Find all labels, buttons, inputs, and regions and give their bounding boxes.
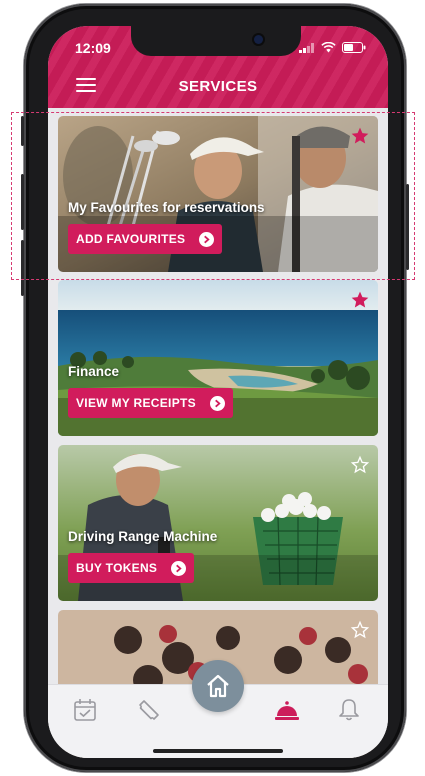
card-label: Driving Range Machine xyxy=(68,529,218,544)
chevron-right-icon xyxy=(199,231,215,247)
service-card-finance[interactable]: Finance VIEW MY RECEIPTS xyxy=(58,280,378,436)
mute-switch xyxy=(21,116,24,146)
screen: 12:09 SERVICES My Favourites for reserva… xyxy=(48,26,388,758)
notification-bell-icon[interactable] xyxy=(336,697,362,723)
add-favourites-button[interactable]: ADD FAVOURITES xyxy=(68,224,223,254)
star-outline-icon[interactable] xyxy=(350,620,370,640)
card-label: Finance xyxy=(68,364,120,379)
notch xyxy=(131,26,301,56)
chevron-right-icon xyxy=(209,395,225,411)
service-card-driving-range[interactable]: Driving Range Machine BUY TOKENS xyxy=(58,445,378,601)
bottom-tab-bar xyxy=(48,660,388,758)
signal-icon xyxy=(299,42,314,53)
view-my-receipts-button[interactable]: VIEW MY RECEIPTS xyxy=(68,388,233,418)
service-bell-icon[interactable] xyxy=(274,697,300,723)
chevron-right-icon xyxy=(171,560,187,576)
volume-up-button xyxy=(21,174,24,230)
power-button xyxy=(406,184,409,270)
card-label: My Favourites for reservations xyxy=(68,200,265,215)
calendar-icon[interactable] xyxy=(72,697,98,723)
buy-tokens-button[interactable]: BUY TOKENS xyxy=(68,553,195,583)
status-icons xyxy=(299,42,366,53)
camera-icon xyxy=(254,35,263,44)
home-icon xyxy=(207,674,229,698)
service-card-favourites[interactable]: My Favourites for reservations ADD FAVOU… xyxy=(58,116,378,272)
volume-down-button xyxy=(21,240,24,296)
battery-icon xyxy=(342,42,366,53)
page-title: SERVICES xyxy=(178,78,258,95)
button-label: ADD FAVOURITES xyxy=(76,232,186,246)
wifi-icon xyxy=(321,42,336,53)
home-button[interactable] xyxy=(192,660,244,712)
home-indicator xyxy=(153,749,283,753)
star-icon[interactable] xyxy=(350,126,370,146)
star-icon[interactable] xyxy=(350,290,370,310)
button-label: VIEW MY RECEIPTS xyxy=(76,396,196,410)
star-outline-icon[interactable] xyxy=(350,455,370,475)
button-label: BUY TOKENS xyxy=(76,561,158,575)
ticket-icon[interactable] xyxy=(136,697,162,723)
status-time: 12:09 xyxy=(75,40,111,56)
